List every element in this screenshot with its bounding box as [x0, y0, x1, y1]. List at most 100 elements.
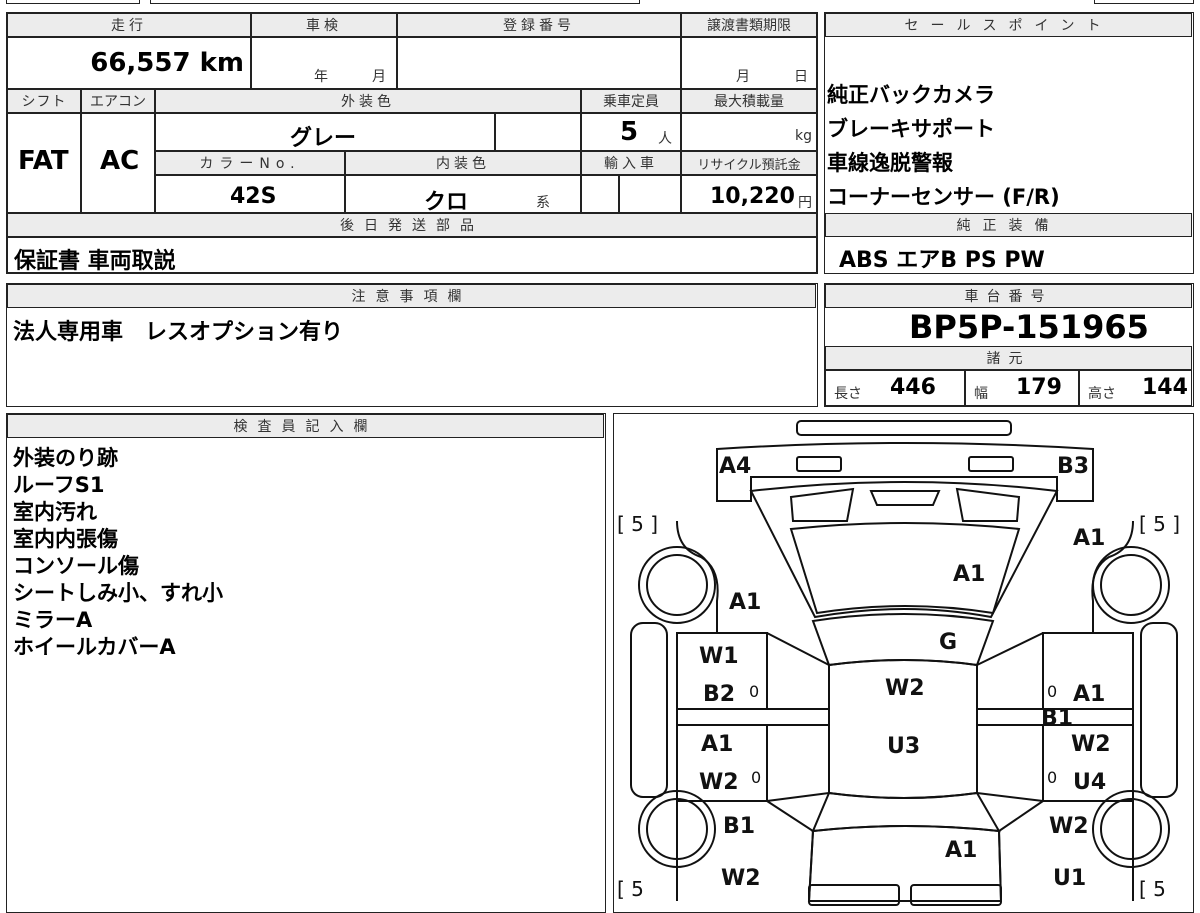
mileage-value: 66,557 km: [90, 48, 244, 78]
shift-header: シフト: [7, 89, 81, 113]
code-left-front-door-2: B2: [703, 682, 735, 707]
interior-cell: クロ 系: [345, 175, 581, 215]
code-roof-rear: U3: [887, 734, 920, 759]
exterior-extra-cell: [495, 113, 581, 151]
headlight-left: [796, 456, 842, 472]
transfer-month: 月: [736, 69, 750, 85]
chassis-value: BP5P-151965: [909, 308, 1149, 346]
code-left-front-door-3: 0: [749, 682, 759, 701]
vehicle-info-grid: 走行 車検 登録番号 譲渡書類期限 66,557 km 年 月 月 日 シフト …: [6, 12, 818, 274]
windshield: [811, 613, 995, 667]
code-roof: W2: [885, 676, 925, 701]
grill-right: [955, 487, 1021, 522]
wheel-right-rear: [1092, 790, 1170, 868]
colorno-cell: 42S: [155, 175, 345, 213]
wheel-left-front: [638, 546, 716, 624]
aircon-value: AC: [100, 146, 140, 176]
wheel-right-front: [1092, 546, 1170, 624]
capacity-cell: 5 人: [581, 113, 681, 151]
import-header: 輸入車: [581, 151, 681, 175]
code-right-front-door-2: A1: [1073, 682, 1105, 707]
code-left-rear-door-1: A1: [701, 732, 733, 757]
later-parts-cell: 保証書 車両取説: [7, 237, 817, 274]
mileage-cell: 66,557 km: [7, 37, 251, 89]
shaken-cell: 年 月: [251, 37, 397, 89]
chassis-box: 車台番号 BP5P-151965 諸元 長さ 446 幅 179 高さ 144: [824, 283, 1194, 407]
inspector-box: 検査員記入欄 外装のり跡 ルーフS1 室内汚れ 室内内張傷 コンソール傷 シート…: [6, 413, 606, 913]
specs-header: 諸元: [825, 346, 1192, 370]
mileage-header: 走行: [7, 13, 251, 37]
equipment-value: ABS エアB PS PW: [839, 248, 1045, 273]
grill-left: [789, 487, 855, 522]
spec-length-value: 446: [890, 375, 936, 400]
transfer-cell: 月 日: [681, 37, 817, 89]
aircon-cell: AC: [81, 113, 155, 213]
headlight-right: [968, 456, 1014, 472]
tire-left-top: [ 5 ]: [617, 512, 658, 536]
notes-header: 注意事項欄: [7, 284, 816, 308]
recycle-cell: 10,220 円: [681, 175, 817, 213]
interior-value: クロ: [424, 190, 469, 215]
recycle-value: 10,220: [710, 184, 795, 209]
sales-point-item: コーナーセンサー (F/R): [827, 185, 1060, 209]
tire-right-bottom: [ 5: [1139, 877, 1166, 901]
colorno-value: 42S: [230, 184, 277, 209]
maxload-header: 最大積載量: [681, 89, 817, 113]
later-parts-value: 保証書 車両取説: [14, 249, 176, 274]
later-parts-header: 後日発送部品: [7, 213, 817, 237]
spec-height-cell: 高さ 144: [1079, 370, 1192, 406]
code-left-rear-door-3: 0: [751, 768, 761, 787]
car-diagram: [ 5 ] [ 5 ] [ 5 [ 5 A4 B3 A1 A1 A1 G W1 …: [617, 420, 1180, 906]
front-bumper: [716, 442, 1094, 502]
code-right-pillar: B1: [1041, 706, 1073, 731]
spec-width-cell: 幅 179: [965, 370, 1079, 406]
chassis-header: 車台番号: [825, 284, 1192, 308]
inspector-line: ルーフS1: [13, 473, 105, 497]
code-right-rear-door-2: 0: [1047, 768, 1057, 787]
code-trunk: A1: [945, 838, 977, 863]
code-right-rear-door-3: U4: [1073, 770, 1106, 795]
registration-header: 登録番号: [397, 13, 681, 37]
inspector-line: 外装のり跡: [13, 446, 118, 470]
registration-cell: [397, 37, 681, 89]
recycle-unit: 円: [798, 195, 812, 211]
code-front-left-corner: A4: [719, 454, 751, 479]
tire-left-bottom: [ 5: [617, 877, 644, 901]
inspector-line: コンソール傷: [13, 554, 139, 578]
code-right-rear-door-1: W2: [1071, 732, 1111, 757]
colorno-header: カラーNo.: [155, 151, 345, 175]
recycle-header: リサイクル預託金: [681, 151, 817, 175]
code-right-rear-fender-1: W2: [1049, 814, 1089, 839]
sales-point-item: 純正バックカメラ: [827, 83, 995, 107]
tire-right-top: [ 5 ]: [1139, 512, 1180, 536]
interior-suffix: 系: [536, 195, 550, 211]
sales-point-item: ブレーキサポート: [827, 117, 995, 141]
code-right-front-fender: A1: [1073, 526, 1105, 551]
code-left-front-fender: A1: [729, 590, 761, 615]
exterior-value: グレー: [290, 126, 357, 151]
rear-fender-left: [766, 800, 815, 902]
code-left-rear-fender-2: W2: [721, 866, 761, 891]
inspector-line: 室内内張傷: [13, 527, 118, 551]
code-left-front-door-1: W1: [699, 644, 739, 669]
code-front-right-corner: B3: [1057, 454, 1089, 479]
inspector-header: 検査員記入欄: [7, 414, 604, 438]
shaken-month: 月: [372, 69, 386, 85]
side-step-left: [630, 622, 668, 798]
inspector-line: ホイールカバーA: [13, 635, 176, 659]
notes-value: 法人専用車 レスオプション有り: [13, 320, 344, 345]
exterior-cell: グレー: [155, 113, 495, 151]
spec-width-label: 幅: [974, 386, 988, 402]
import-cell-a: [581, 175, 619, 213]
shaken-year: 年: [314, 69, 328, 85]
capacity-value: 5: [620, 117, 639, 147]
spec-length-label: 長さ: [834, 386, 862, 402]
capacity-header: 乗車定員: [581, 89, 681, 113]
equipment-header: 純正装備: [825, 213, 1192, 237]
interior-header: 内装色: [345, 151, 581, 175]
inspector-line: 室内汚れ: [13, 500, 97, 524]
damage-diagram-box: [ 5 ] [ 5 ] [ 5 [ 5 A4 B3 A1 A1 A1 G W1 …: [613, 413, 1194, 913]
spec-length-cell: 長さ 446: [825, 370, 965, 406]
front-bumper-bar: [796, 420, 1012, 436]
shift-cell: FAT: [7, 113, 81, 213]
